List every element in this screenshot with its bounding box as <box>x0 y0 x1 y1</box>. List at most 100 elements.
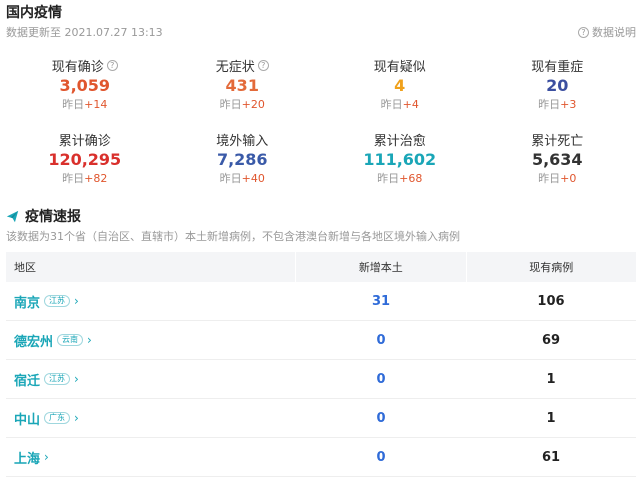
stat-value: 120,295 <box>48 150 122 169</box>
stat-delta-label: 昨日 <box>380 98 403 111</box>
question-circle-icon: ? <box>578 26 589 38</box>
stat-delta-label: 昨日 <box>62 172 85 185</box>
table-body: 南京 江苏 › 31 106 德宏州 云南 › 0 69 宿迁 江苏 › 0 1 中山 广东 › 0 1 上海 › 0 61 <box>6 282 636 477</box>
region-link[interactable]: 德宏州 云南 › <box>6 331 296 350</box>
stats-grid: 现有确诊? 3,059 昨日+14 无症状? 431 昨日+20 现有疑似 4 昨日+4 现有重症… <box>6 55 636 203</box>
stat-label: 现有重症 <box>479 55 637 75</box>
chevron-right-icon: › <box>74 372 79 386</box>
stat-value: 7,286 <box>216 150 268 169</box>
stat-card: 累计确诊 120,295 昨日+82 <box>6 129 164 203</box>
region-name: 上海 <box>14 451 41 467</box>
current-count: 69 <box>541 332 561 348</box>
stat-card: 无症状? 431 昨日+20 <box>164 55 322 129</box>
stat-delta-value: +68 <box>399 172 423 185</box>
paper-plane-icon <box>6 210 19 222</box>
stat-delta-label: 昨日 <box>219 172 242 185</box>
stat-delta: 昨日+4 <box>321 97 479 113</box>
header-current: 现有病例 <box>529 261 574 274</box>
new-local-count: 0 <box>376 332 386 348</box>
stat-value: 5,634 <box>531 150 583 169</box>
stat-value: 4 <box>394 76 406 95</box>
stat-label-text: 累计死亡 <box>531 133 584 149</box>
table-row: 上海 › 0 61 <box>6 438 636 477</box>
table-row: 宿迁 江苏 › 0 1 <box>6 360 636 399</box>
stat-label: 无症状? <box>164 55 322 75</box>
stat-card: 现有确诊? 3,059 昨日+14 <box>6 55 164 129</box>
stat-label-text: 境外输入 <box>216 133 269 149</box>
chevron-right-icon: › <box>74 411 79 425</box>
stat-delta-value: +40 <box>241 172 265 185</box>
region-table: 地区 新增本土 现有病例 南京 江苏 › 31 106 德宏州 云南 › 0 69 宿迁 江苏 › 0 1 中… <box>6 252 636 477</box>
stat-label-text: 现有疑似 <box>373 59 426 75</box>
data-explain-label: 数据说明 <box>592 26 636 39</box>
stat-card: 现有疑似 4 昨日+4 <box>321 55 479 129</box>
table-row: 南京 江苏 › 31 106 <box>6 282 636 321</box>
stat-delta: 昨日+20 <box>164 97 322 113</box>
stat-delta: 昨日+68 <box>321 171 479 187</box>
stat-label: 累计治愈 <box>321 129 479 149</box>
stat-label: 境外输入 <box>164 129 322 149</box>
question-circle-icon[interactable]: ? <box>106 59 118 71</box>
stat-value: 111,602 <box>363 150 437 169</box>
chevron-right-icon: › <box>74 294 79 308</box>
chevron-right-icon: › <box>44 450 49 464</box>
stat-label-text: 累计治愈 <box>373 133 426 149</box>
region-name: 宿迁 <box>14 373 41 389</box>
stat-delta-value: +3 <box>560 98 577 111</box>
stat-label: 累计确诊 <box>6 129 164 149</box>
province-badge: 江苏 <box>44 295 71 307</box>
header-area: 地区 <box>14 261 36 274</box>
region-name: 中山 <box>14 412 41 428</box>
stat-label-text: 现有重症 <box>531 59 584 75</box>
table-row: 中山 广东 › 0 1 <box>6 399 636 438</box>
stat-delta-value: +0 <box>560 172 577 185</box>
region-link[interactable]: 中山 广东 › <box>6 409 296 428</box>
stat-label: 现有确诊? <box>6 55 164 75</box>
question-circle-icon[interactable]: ? <box>257 59 269 71</box>
stat-value: 431 <box>225 76 259 95</box>
stat-delta: 昨日+0 <box>479 171 637 187</box>
news-title: 疫情速报 <box>25 209 81 225</box>
new-local-count: 0 <box>376 371 386 387</box>
stat-card: 累计死亡 5,634 昨日+0 <box>479 129 637 203</box>
news-header: 疫情速报 <box>6 206 81 226</box>
current-count: 106 <box>537 293 565 309</box>
stat-card: 境外输入 7,286 昨日+40 <box>164 129 322 203</box>
stat-value: 20 <box>546 76 569 95</box>
current-count: 1 <box>546 410 556 426</box>
table-header: 地区 新增本土 现有病例 <box>6 252 636 282</box>
stat-row: 累计确诊 120,295 昨日+82 境外输入 7,286 昨日+40 累计治愈 111,60… <box>6 129 636 203</box>
stat-label-text: 无症状 <box>215 59 255 75</box>
stat-delta-label: 昨日 <box>377 172 400 185</box>
province-badge: 云南 <box>57 334 84 346</box>
stat-delta: 昨日+3 <box>479 97 637 113</box>
stat-label-text: 现有确诊 <box>51 59 104 75</box>
header: 国内疫情 数据更新至 2021.07.27 13:13 ? 数据说明 <box>6 0 636 44</box>
data-explain-link[interactable]: ? 数据说明 <box>578 24 636 40</box>
current-count: 61 <box>541 449 561 465</box>
region-link[interactable]: 南京 江苏 › <box>6 292 296 311</box>
stat-delta: 昨日+40 <box>164 171 322 187</box>
stat-delta: 昨日+14 <box>6 97 164 113</box>
stat-card: 累计治愈 111,602 昨日+68 <box>321 129 479 203</box>
stat-delta-label: 昨日 <box>538 172 561 185</box>
stat-delta-value: +4 <box>402 98 419 111</box>
update-time: 数据更新至 2021.07.27 13:13 <box>6 26 163 39</box>
region-name: 德宏州 <box>14 334 54 350</box>
stat-label-text: 累计确诊 <box>58 133 111 149</box>
stat-label: 现有疑似 <box>321 55 479 75</box>
new-local-count: 31 <box>371 293 391 309</box>
stat-delta-value: +20 <box>241 98 265 111</box>
stat-delta-value: +14 <box>84 98 108 111</box>
current-count: 1 <box>546 371 556 387</box>
new-local-count: 0 <box>376 449 386 465</box>
stat-value: 3,059 <box>59 76 111 95</box>
news-note: 该数据为31个省（自治区、直辖市）本土新增病例，不包含港澳台新增与各地区境外输入… <box>6 230 460 243</box>
chevron-right-icon: › <box>87 333 92 347</box>
province-badge: 江苏 <box>44 373 71 385</box>
region-link[interactable]: 上海 › <box>6 448 296 467</box>
table-row: 德宏州 云南 › 0 69 <box>6 321 636 360</box>
region-link[interactable]: 宿迁 江苏 › <box>6 370 296 389</box>
header-new-local: 新增本土 <box>358 261 403 274</box>
stat-card: 现有重症 20 昨日+3 <box>479 55 637 129</box>
